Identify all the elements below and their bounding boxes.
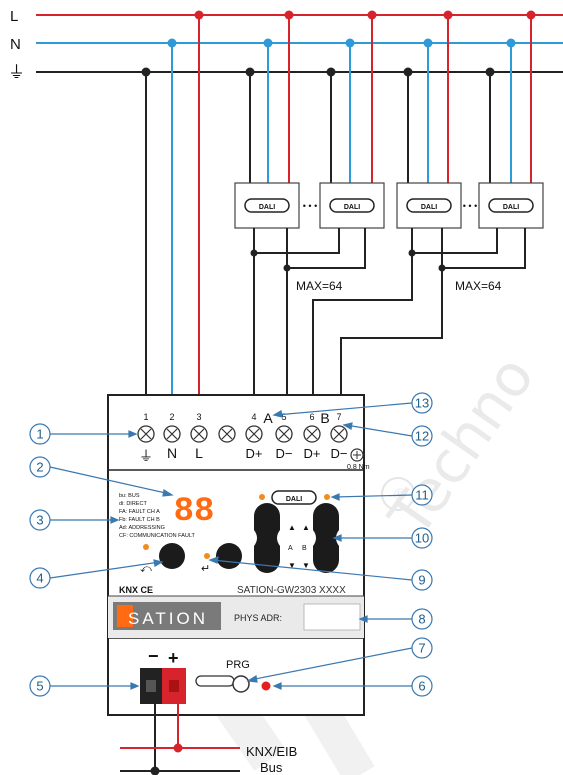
led-channel-b <box>324 494 330 500</box>
callout-number-5: 5 <box>36 679 43 694</box>
dali-badge: DALI <box>503 204 519 211</box>
callout-number-1: 1 <box>36 427 43 442</box>
led-back <box>143 544 149 550</box>
minus-sign: − <box>148 646 159 666</box>
prg-button[interactable] <box>232 675 250 693</box>
wiring-diagram: ® Techno L N ⏚ DALI DALI DALI DALI • • •… <box>0 0 563 775</box>
supply-drops <box>141 10 204 395</box>
legend-line-5: Ad: ADDRESSING <box>119 525 165 531</box>
terminal-number-1: 1 <box>143 412 148 422</box>
led-enter <box>204 553 210 559</box>
terminal-number-4: 4 <box>251 412 256 422</box>
watermark-text: Techno <box>375 343 547 548</box>
terminal-number-6: 6 <box>309 412 314 422</box>
terminal-label-dplus-b: D+ <box>304 446 321 461</box>
led-channel-a <box>259 494 265 500</box>
prg-slot <box>195 675 235 687</box>
label-a: A <box>288 545 293 552</box>
knx-bus-label-2: Bus <box>260 760 283 775</box>
max-note-a: MAX=64 <box>296 279 343 293</box>
up-arrow-b-icon: ▲ <box>302 523 310 532</box>
terminal-label-dminus-b: D− <box>331 446 348 461</box>
callout-number-12: 12 <box>415 429 429 444</box>
callout-number-7: 7 <box>418 641 425 656</box>
callout-number-4: 4 <box>36 571 43 586</box>
enter-icon: ↵ <box>201 563 210 575</box>
legend-line-1: bu: BUS <box>119 493 140 499</box>
enter-button[interactable] <box>216 543 242 569</box>
channel-b-label: B <box>320 410 329 426</box>
ellipsis-a: • • • <box>303 201 317 211</box>
callout-number-10: 10 <box>415 531 429 546</box>
dali-ballasts: DALI DALI DALI DALI • • • • • • <box>234 182 544 229</box>
plus-sign: + <box>168 648 179 668</box>
ellipsis-b: • • • <box>463 201 477 211</box>
knx-bus-label-1: KNX/EIB <box>246 744 297 759</box>
dali-badge: DALI <box>344 204 360 211</box>
up-arrow-a-icon: ▲ <box>288 523 296 532</box>
terminal-label-dminus-a: D− <box>276 446 293 461</box>
callout-number-3: 3 <box>36 513 43 528</box>
supply-rails: L N ⏚ <box>8 8 563 82</box>
phys-adr-label: PHYS ADR: <box>234 613 282 623</box>
dali-ballast-1: DALI <box>234 182 300 229</box>
dali-ballast-4: DALI <box>478 182 544 229</box>
terminal-number-2: 2 <box>169 412 174 422</box>
model-number: SATION-GW2303 XXXX <box>237 585 346 596</box>
terminal-earth: ⏚ <box>139 448 153 464</box>
rail-label-N: N <box>10 36 21 53</box>
terminal-label-N: N <box>167 445 177 461</box>
brand-logo: SATION <box>128 609 208 628</box>
terminal-label-L: L <box>195 445 203 461</box>
callout-number-11: 11 <box>415 488 429 503</box>
callout-number-8: 8 <box>418 612 425 627</box>
legend-line-4: Fb: FAULT CH B <box>119 517 160 523</box>
label-b: B <box>302 545 307 552</box>
rail-label-L: L <box>10 8 18 25</box>
terminal-number-7: 7 <box>336 412 341 422</box>
legend-line-3: FA: FAULT CH A <box>119 509 160 515</box>
legend-line-2: di: DIRECT <box>119 501 147 507</box>
callout-number-2: 2 <box>36 460 43 475</box>
dali-badge: DALI <box>259 204 275 211</box>
torque-label: 0.8 Nm <box>347 464 370 471</box>
terminal-label-dplus-a: D+ <box>246 446 263 461</box>
knx-ce-mark: KNX CE <box>119 585 153 595</box>
back-button[interactable] <box>159 543 185 569</box>
torque-screw-icon <box>350 448 364 462</box>
ballast-drops <box>245 10 536 183</box>
prg-led <box>261 681 271 691</box>
prg-label: PRG <box>226 659 250 671</box>
diagram-canvas: ® Techno L N ⏚ DALI DALI DALI DALI • • •… <box>8 8 563 775</box>
max-note-b: MAX=64 <box>455 279 502 293</box>
callout-number-9: 9 <box>418 573 425 588</box>
legend-line-6: CF: COMMUNICATION FAULT <box>119 533 196 539</box>
rocker-channel-a[interactable] <box>254 503 280 573</box>
callout-number-6: 6 <box>418 679 425 694</box>
dali-badge: DALI <box>421 204 437 211</box>
dali-ballast-3: DALI <box>396 182 462 229</box>
rocker-a-body <box>254 503 280 573</box>
dali-ballast-2: DALI <box>319 182 385 229</box>
seven-seg-digits: 88 <box>174 493 215 531</box>
callout-number-13: 13 <box>415 396 429 411</box>
channel-a-label: A <box>263 410 273 426</box>
rail-label-earth: ⏚ <box>8 63 25 82</box>
dali-badge-label: DALI <box>286 496 302 503</box>
phys-adr-field[interactable] <box>303 603 361 631</box>
terminal-number-3: 3 <box>196 412 201 422</box>
